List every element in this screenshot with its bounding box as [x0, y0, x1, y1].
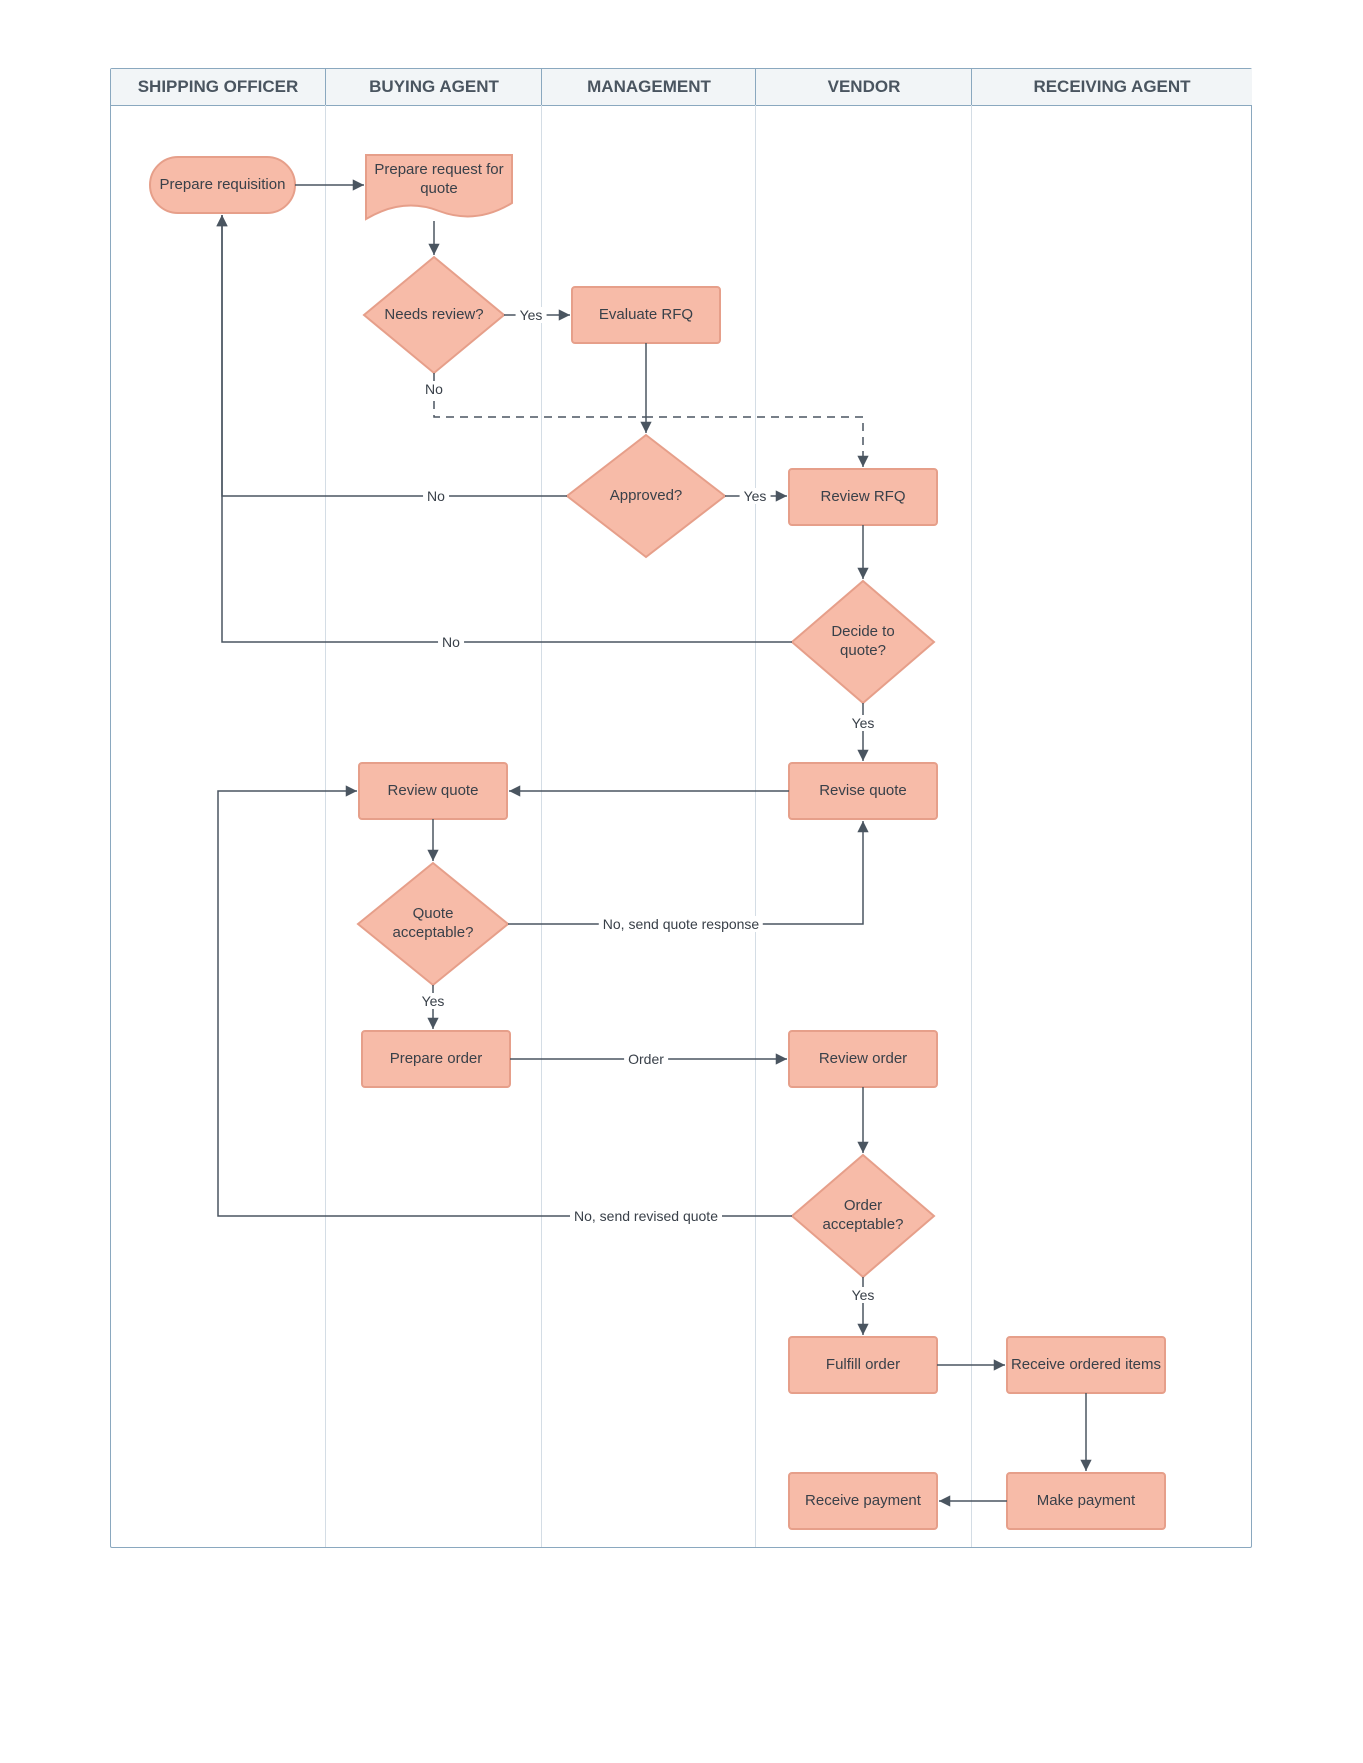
page: SHIPPING OFFICER BUYING AGENT MANAGEMENT… — [0, 0, 1363, 1763]
edge-label-needs-review-yes: Yes — [516, 307, 547, 323]
node-receive-items — [1007, 1337, 1165, 1393]
edge — [218, 791, 792, 1216]
flowchart-canvas — [111, 69, 1251, 1547]
edge-label-decide-yes: Yes — [848, 715, 879, 731]
node-prepare-requisition — [150, 157, 295, 213]
swimlane-frame: SHIPPING OFFICER BUYING AGENT MANAGEMENT… — [110, 68, 1252, 1548]
edge-label-approved-yes: Yes — [740, 488, 771, 504]
node-fulfill-order — [789, 1337, 937, 1393]
edge-label-needs-review-no: No — [421, 381, 447, 397]
edge-label-quote-no: No, send quote response — [599, 916, 763, 932]
edge-label-order: Order — [624, 1051, 668, 1067]
node-order-acceptable — [792, 1155, 934, 1277]
edge-label-order-no: No, send revised quote — [570, 1208, 722, 1224]
node-decide-to-quote — [792, 581, 934, 703]
edge-label-quote-yes: Yes — [418, 993, 449, 1009]
node-needs-review — [364, 257, 504, 373]
edge-dashed — [434, 373, 645, 417]
edge-label-decide-no: No — [438, 634, 464, 650]
node-review-quote — [359, 763, 507, 819]
node-make-payment — [1007, 1473, 1165, 1529]
edge-label-approved-no: No — [423, 488, 449, 504]
edge-label-order-yes: Yes — [848, 1287, 879, 1303]
edge — [222, 215, 567, 496]
edge — [508, 821, 863, 924]
node-revise-quote — [789, 763, 937, 819]
node-review-order — [789, 1031, 937, 1087]
node-receive-payment — [789, 1473, 937, 1529]
node-review-rfq — [789, 469, 937, 525]
node-evaluate-rfq — [572, 287, 720, 343]
node-approved — [567, 435, 725, 557]
node-prepare-rfq — [366, 155, 512, 219]
node-quote-acceptable — [358, 863, 508, 985]
node-prepare-order — [362, 1031, 510, 1087]
edge — [222, 215, 792, 642]
